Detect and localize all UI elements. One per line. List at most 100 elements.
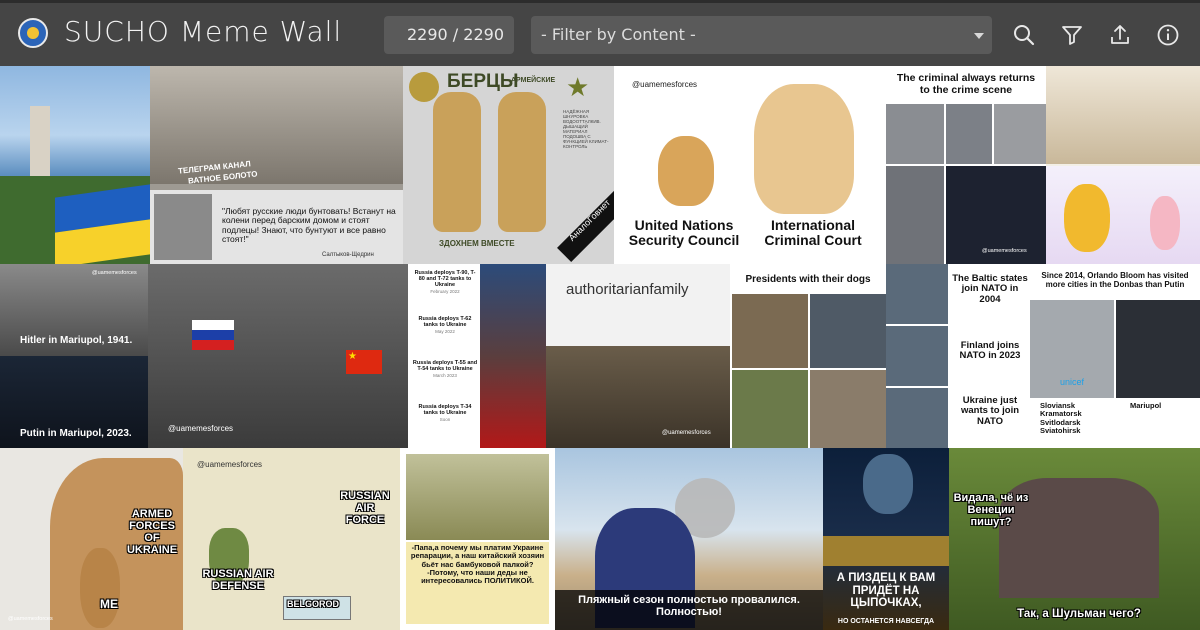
meme-caption: RUSSIAN AIR FORCE: [340, 490, 390, 527]
tank-row: Russia deploys T-90, T-80 and T-72 tanks…: [412, 270, 478, 295]
top-bar: SUCHO Meme Wall 2290 / 2290 - Filter by …: [0, 0, 1200, 66]
tank-row: Russia deploys T-34 tanks to Ukraine Soo…: [412, 404, 478, 423]
piglet-shape: [1150, 196, 1180, 250]
sucho-logo[interactable]: [18, 18, 48, 48]
twitter-handle: @uamemesforces: [662, 430, 711, 436]
castle-shape: [30, 106, 50, 176]
meme-tile-nato-crying[interactable]: The Baltic states join NATO in 2004 Finl…: [886, 264, 1030, 448]
filter-icon[interactable]: [1060, 23, 1084, 47]
crying-kid-photo: [886, 326, 948, 386]
meme-tile-lion-cub[interactable]: ARMED FORCES OF UKRAINE ME @uamemesforce…: [0, 448, 183, 630]
pooh-shape: [1064, 184, 1110, 252]
meme-caption: Салтыков-Щедрин: [322, 252, 374, 258]
meme-tile-kneeling-quote[interactable]: ТЕЛЕГРАМ КАНАЛ ВАТНОЕ БОЛОТО "Любят русс…: [150, 66, 403, 264]
meme-tile-beach-season[interactable]: Пляжный сезон полностью провалился. Полн…: [555, 448, 823, 630]
meme-caption: Пляжный сезон полностью провалился. Полн…: [578, 594, 800, 619]
tank-row: Russia deploys T-62 tanks to Ukraine May…: [412, 316, 478, 335]
meme-caption: BELGOROD: [287, 599, 340, 609]
buff-doge: [754, 84, 854, 214]
meme-title: БЕРЦЫ: [447, 71, 519, 92]
meme-caption: ARMED FORCES OF UKRAINE: [126, 508, 178, 557]
meme-tile-presidents-dogs[interactable]: Presidents with their dogs: [730, 264, 886, 448]
cub-shape: [80, 548, 120, 628]
meme-tile-orlando-bloom[interactable]: Since 2014, Orlando Bloom has visited mo…: [1030, 264, 1200, 448]
meme-quote: "Любят русские люди бунтовать! Встанут н…: [222, 206, 396, 245]
meme-tile-boot-flags[interactable]: ★ @uamemesforces: [148, 264, 408, 448]
emblem: [409, 72, 439, 102]
boot-left: [433, 92, 481, 232]
unicef-badge: unicef: [1060, 377, 1085, 387]
meme-tile-grandpa-child[interactable]: -Папа,а почему мы платим Украине репарац…: [400, 448, 555, 630]
tank-row-text: Russia deploys T-34 tanks to Ukraine: [418, 404, 472, 417]
twitter-handle: @uamemesforces: [168, 424, 234, 433]
meme-wall: ТЕЛЕГРАМ КАНАЛ ВАТНОЕ БОЛОТО "Любят русс…: [0, 66, 1200, 630]
meme-caption: ME: [100, 597, 118, 611]
info-icon[interactable]: [1156, 23, 1180, 47]
twitter-handle: @uamemesforces: [982, 248, 1027, 254]
meme-caption: НО ОСТАНЕТСЯ НАВСЕГДА: [837, 618, 935, 625]
tank-row-text: Russia deploys T-90, T-80 and T-72 tanks…: [414, 270, 476, 289]
meme-caption: ЗДОХНЕМ ВМЕСТЕ: [439, 239, 515, 248]
content-filter-select[interactable]: - Filter by Content -: [531, 16, 992, 54]
dog-photo: [732, 370, 808, 448]
twitter-handle: @uamemesforces: [632, 80, 698, 89]
meme-caption: Так, а Шульман чего?: [1017, 608, 1141, 620]
content-filter-value: - Filter by Content -: [541, 25, 696, 44]
app-title: SUCHO Meme Wall: [64, 15, 343, 48]
meme-caption: Putin in Mariupol, 2023.: [20, 428, 132, 439]
ruin-photo: [946, 104, 992, 164]
chinese-flag-icon: ★: [346, 350, 382, 374]
tank-row-text: Russia deploys T-62 tanks to Ukraine: [418, 316, 472, 329]
ruin-photo: [886, 166, 944, 264]
meme-tile-lapti-boots[interactable]: БЕРЦЫ АРМЕЙСКИЕ ★ НАДЁЖНАЯ ШНУРОВКА ВОДО…: [403, 66, 614, 264]
dog-photo: [810, 294, 886, 368]
tank-row-text: Russia deploys T-55 and T-54 tanks to Uk…: [412, 360, 478, 373]
meme-caption: Ukraine just wants to join NATO: [960, 395, 1020, 427]
skull-shape: [863, 454, 913, 514]
city-list: Sloviansk Kramatorsk Svitlodarsk Sviatoh…: [1040, 401, 1120, 435]
twitter-handle: @uamemesforces: [8, 616, 53, 622]
tank-row-date: March 2023: [433, 373, 457, 379]
meme-tile-grannies-bench[interactable]: Видала, чё из Венеции пишут? Так, а Шуль…: [949, 448, 1200, 630]
tank-row-date: May 2022: [435, 329, 455, 335]
meme-caption: Видала, чё из Венеции пишут?: [953, 492, 1029, 529]
dog-photo: [810, 370, 886, 448]
meme-tile-kremlin-skull[interactable]: А ПИЗДЕЦ К ВАМ ПРИДЁТ НА ЦЫПОЧКАХ, НО ОС…: [823, 448, 949, 630]
meme-title: Presidents with their dogs: [745, 274, 871, 285]
meme-caption: International Criminal Court: [764, 217, 862, 249]
twitter-handle: @uamemesforces: [197, 460, 263, 469]
meme-caption: А ПИЗДЕЦ К ВАМ ПРИДЁТ НА ЦЫПОЧКАХ,: [836, 572, 936, 610]
meme-tile-crime-scene[interactable]: The criminal always returns to the crime…: [886, 66, 1046, 264]
putin-photo: [1116, 300, 1200, 398]
small-doge: [658, 136, 714, 206]
portrait: [154, 194, 212, 260]
ruin-photo: [994, 104, 1046, 164]
tank-row: Russia deploys T-55 and T-54 tanks to Uk…: [412, 360, 478, 379]
caret-down-icon: [974, 33, 984, 39]
meme-tile-belgorod[interactable]: @uamemesforces RUSSIAN AIR FORCE RUSSIAN…: [183, 448, 400, 630]
meme-caption: The Baltic states join NATO in 2004: [952, 273, 1028, 305]
road-photo: [406, 454, 549, 540]
meme-tile-authoritarian-family[interactable]: authoritarianfamily @uamemesforces: [546, 264, 730, 448]
meme-tile-tanks-bernie[interactable]: Russia deploys T-90, T-80 and T-72 tanks…: [408, 264, 546, 448]
meme-tile-doge-un-icc[interactable]: @uamemesforces United Nations Security C…: [614, 66, 886, 264]
upload-icon[interactable]: [1108, 23, 1132, 47]
meme-tile-pooh-piglet[interactable]: [1046, 66, 1200, 264]
meeting-photo: [1046, 66, 1200, 164]
meme-caption: Finland joins NATO in 2023: [959, 340, 1021, 362]
search-icon[interactable]: [1012, 23, 1036, 47]
city-item: Sviatohirsk: [1040, 425, 1081, 435]
meme-counter[interactable]: 2290 / 2290: [384, 16, 514, 54]
star-icon: ★: [566, 73, 590, 103]
meme-title-text: authoritarianfamily: [566, 281, 689, 298]
crying-kid-photo: [886, 388, 948, 448]
meme-tile-castle-flag[interactable]: [0, 66, 150, 264]
meme-title: The criminal always returns to the crime…: [896, 72, 1036, 96]
meme-caption: НАДЁЖНАЯ ШНУРОВКА ВОДООТТАЛКИВ. ДЫШАЩИЙ …: [563, 109, 609, 149]
russian-flag-icon: [192, 320, 234, 350]
ruin-photo: [886, 104, 944, 164]
meme-tile-mariupol[interactable]: Hitler in Mariupol, 1941. Putin in Mariu…: [0, 264, 148, 448]
dog-photo: [732, 294, 808, 368]
meme-title: authoritarianfamily: [566, 281, 689, 299]
tank-row-date: Soon: [439, 417, 451, 423]
